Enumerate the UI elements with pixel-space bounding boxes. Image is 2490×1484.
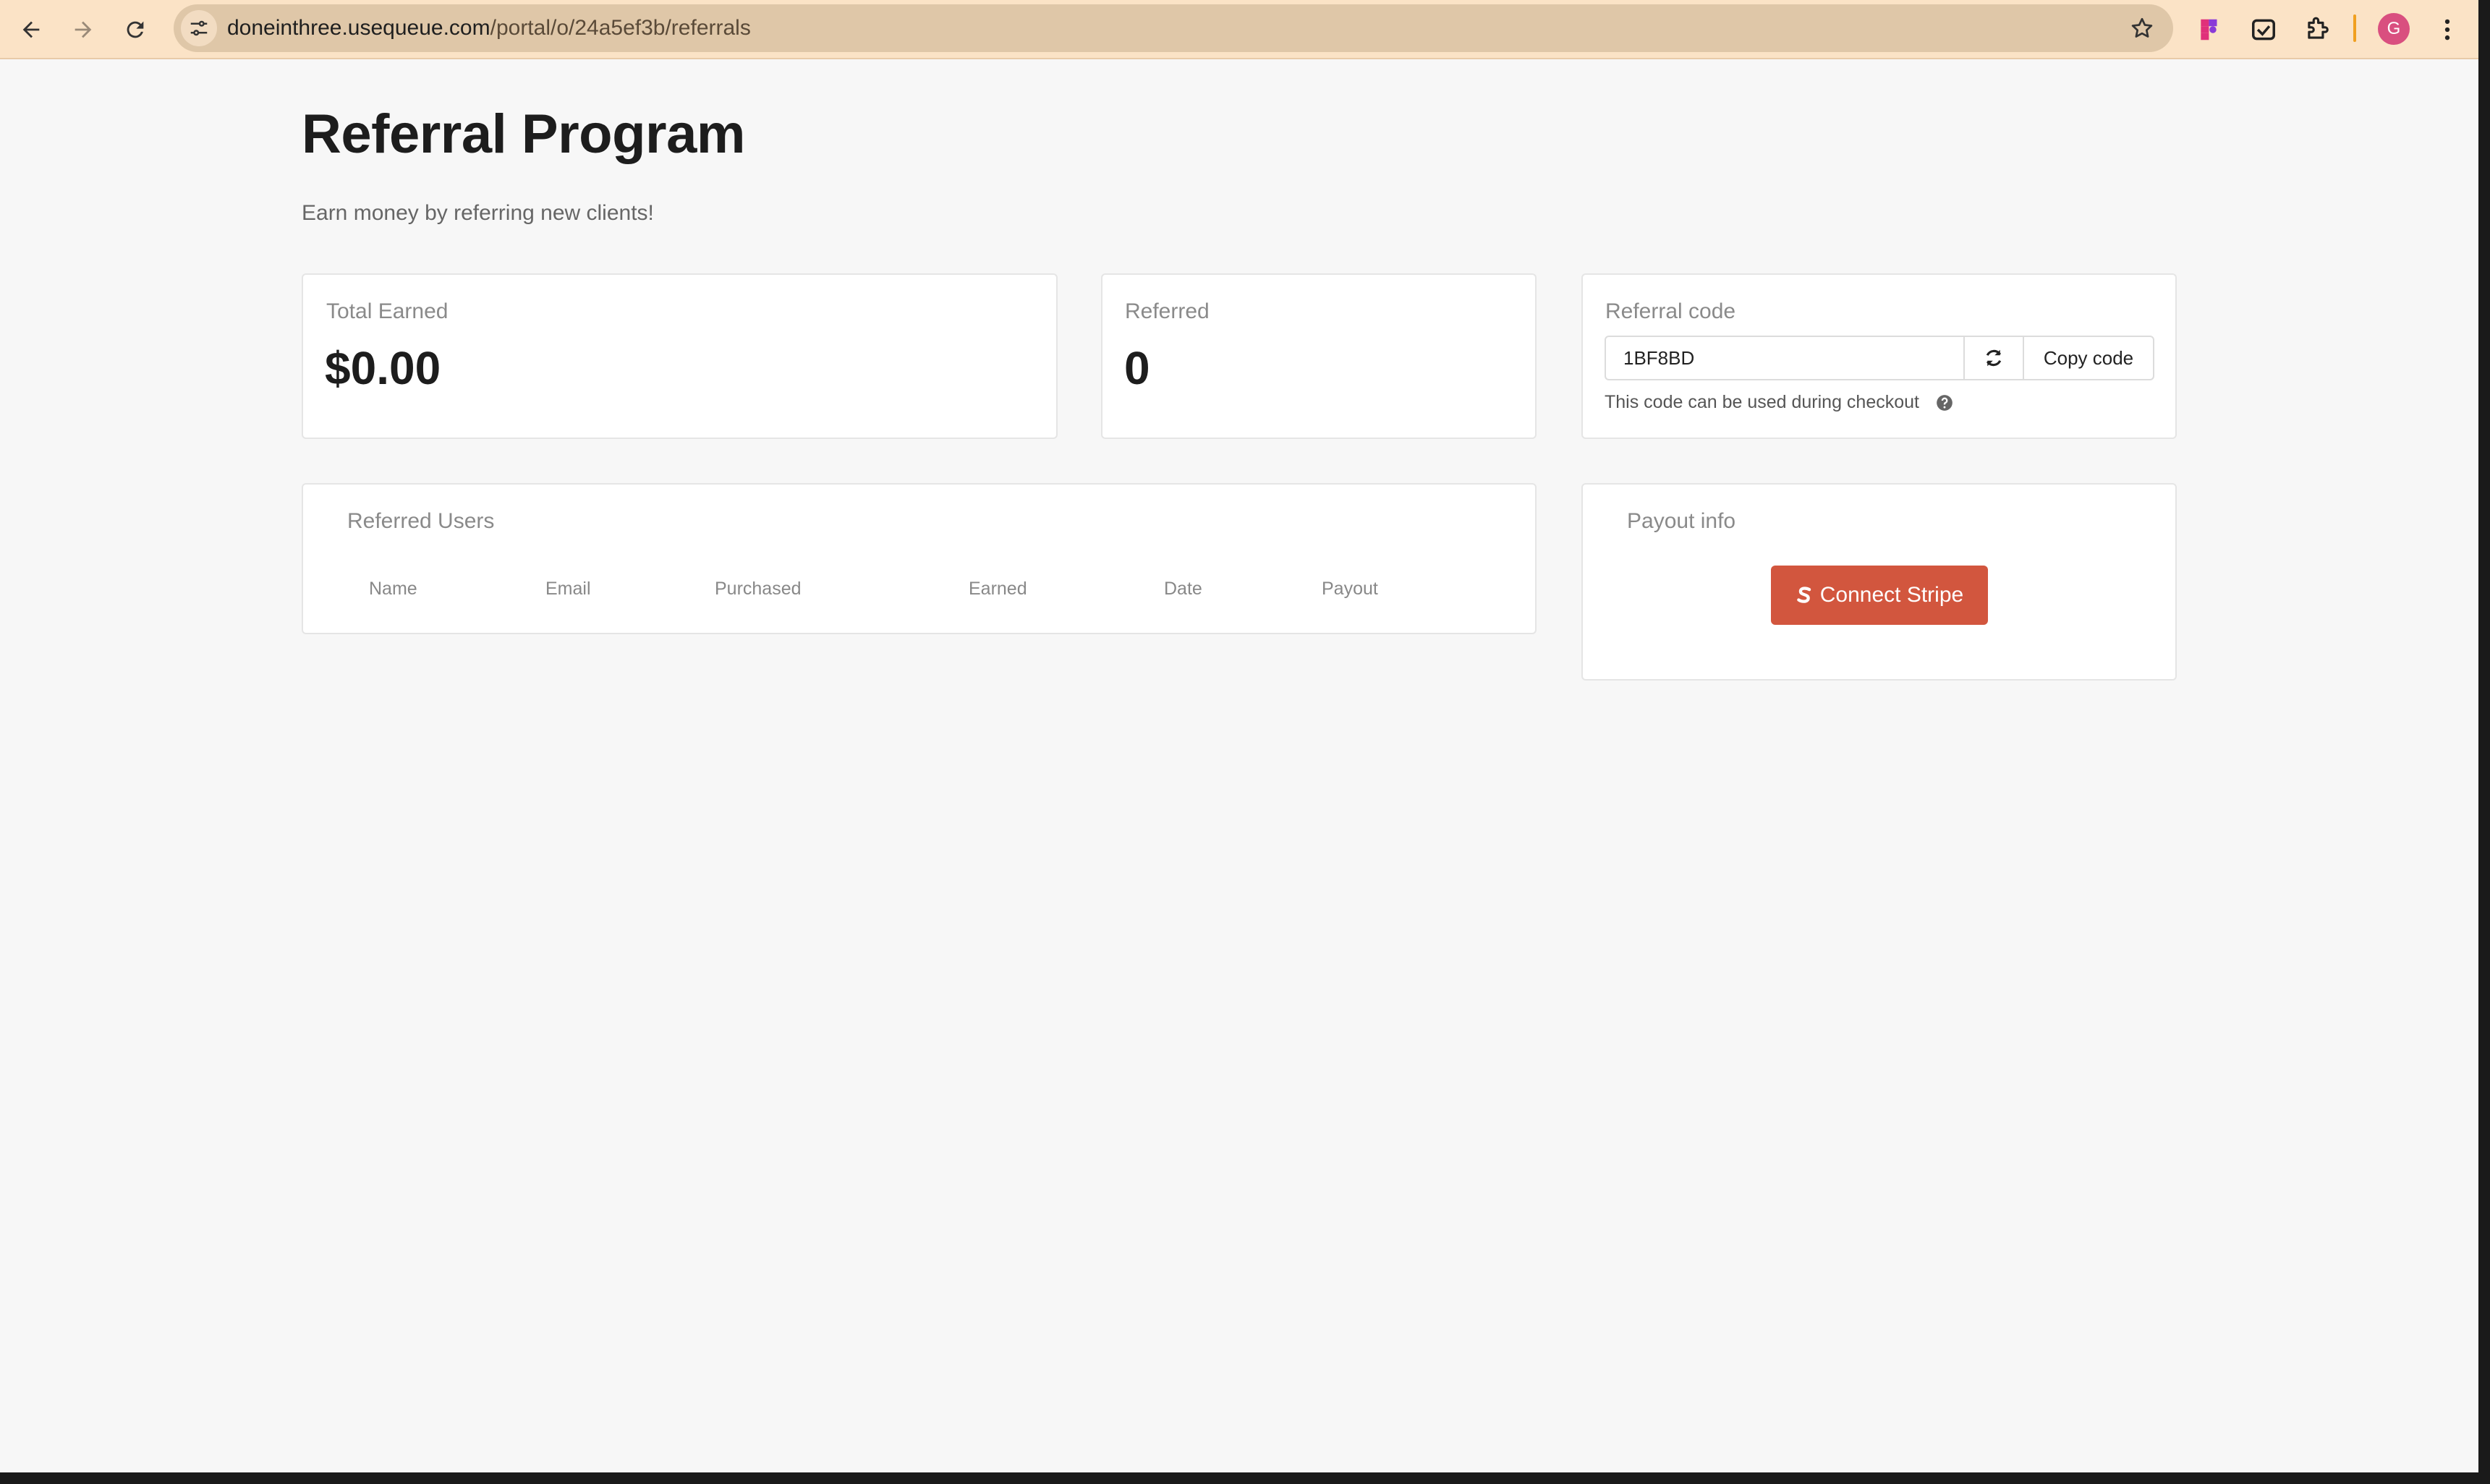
url-host: doneinthree.usequeue.com [227,16,490,40]
forward-button[interactable] [62,9,104,51]
kebab-menu-icon [2444,19,2450,40]
referral-code-input[interactable] [1606,337,1963,379]
connect-stripe-button[interactable]: Connect Stripe [1771,566,1988,625]
screenshot-icon [2252,19,2275,40]
copy-code-button[interactable]: Copy code [2023,337,2153,379]
back-button[interactable] [10,9,52,51]
column-header-earned: Earned [969,579,1027,599]
stripe-icon [1796,587,1811,603]
referral-code-group: Copy code [1605,336,2154,380]
column-header-name: Name [369,579,417,599]
help-icon[interactable] [1935,393,1954,412]
browser-menu-button[interactable] [2428,10,2467,49]
figma-extension[interactable] [2191,10,2230,49]
referred-users-card: Referred Users Name Email Purchased Earn… [302,483,1537,634]
referral-code-hint: This code can be used during checkout [1605,392,1954,413]
reload-button[interactable] [114,9,156,51]
browser-window: doneinthree.usequeue.com/portal/o/24a5ef… [0,0,2478,1472]
figma-icon [2201,19,2217,40]
total-earned-label: Total Earned [326,299,449,323]
arrow-right-icon [75,21,92,38]
browser-toolbar: doneinthree.usequeue.com/portal/o/24a5ef… [0,0,2478,59]
referred-label: Referred [1125,299,1210,323]
url-path: /portal/o/24a5ef3b/referrals [490,16,751,40]
arrow-left-icon [22,21,40,38]
payout-info-card: Payout info Connect Stripe [1581,483,2177,681]
url-text[interactable]: doneinthree.usequeue.com/portal/o/24a5ef… [227,4,751,52]
total-earned-card: Total Earned $0.00 [302,273,1058,439]
referral-code-card: Referral code Copy code This code can be… [1581,273,2177,439]
referred-value: 0 [1124,342,1150,394]
refresh-icon [1986,349,2002,367]
referred-card: Referred 0 [1101,273,1537,439]
referral-code-label: Referral code [1605,299,1736,323]
star-icon [2131,17,2153,38]
screenshot-extension[interactable] [2244,10,2283,49]
reload-icon [127,21,144,38]
hint-text: This code can be used during checkout [1605,392,1919,412]
page-title: Referral Program [302,103,745,165]
column-header-payout: Payout [1322,579,1378,599]
regenerate-code-button[interactable] [1963,337,2023,379]
column-header-email: Email [545,579,591,599]
site-info-button[interactable] [181,10,217,46]
extensions-button[interactable] [2298,10,2337,49]
total-earned-value: $0.00 [325,342,441,394]
column-header-purchased: Purchased [715,579,802,599]
page-subtitle: Earn money by referring new clients! [302,201,654,225]
puzzle-icon [2308,17,2329,39]
profile-avatar[interactable]: G [2378,13,2410,45]
payout-info-title: Payout info [1627,509,1736,533]
toolbar-separator [2353,14,2356,42]
tune-icon [190,20,208,36]
bookmark-button[interactable] [2127,13,2157,43]
column-header-date: Date [1164,579,1202,599]
referred-users-title: Referred Users [347,509,495,533]
address-bar[interactable]: doneinthree.usequeue.com/portal/o/24a5ef… [174,4,2173,52]
connect-stripe-label: Connect Stripe [1819,583,1964,607]
